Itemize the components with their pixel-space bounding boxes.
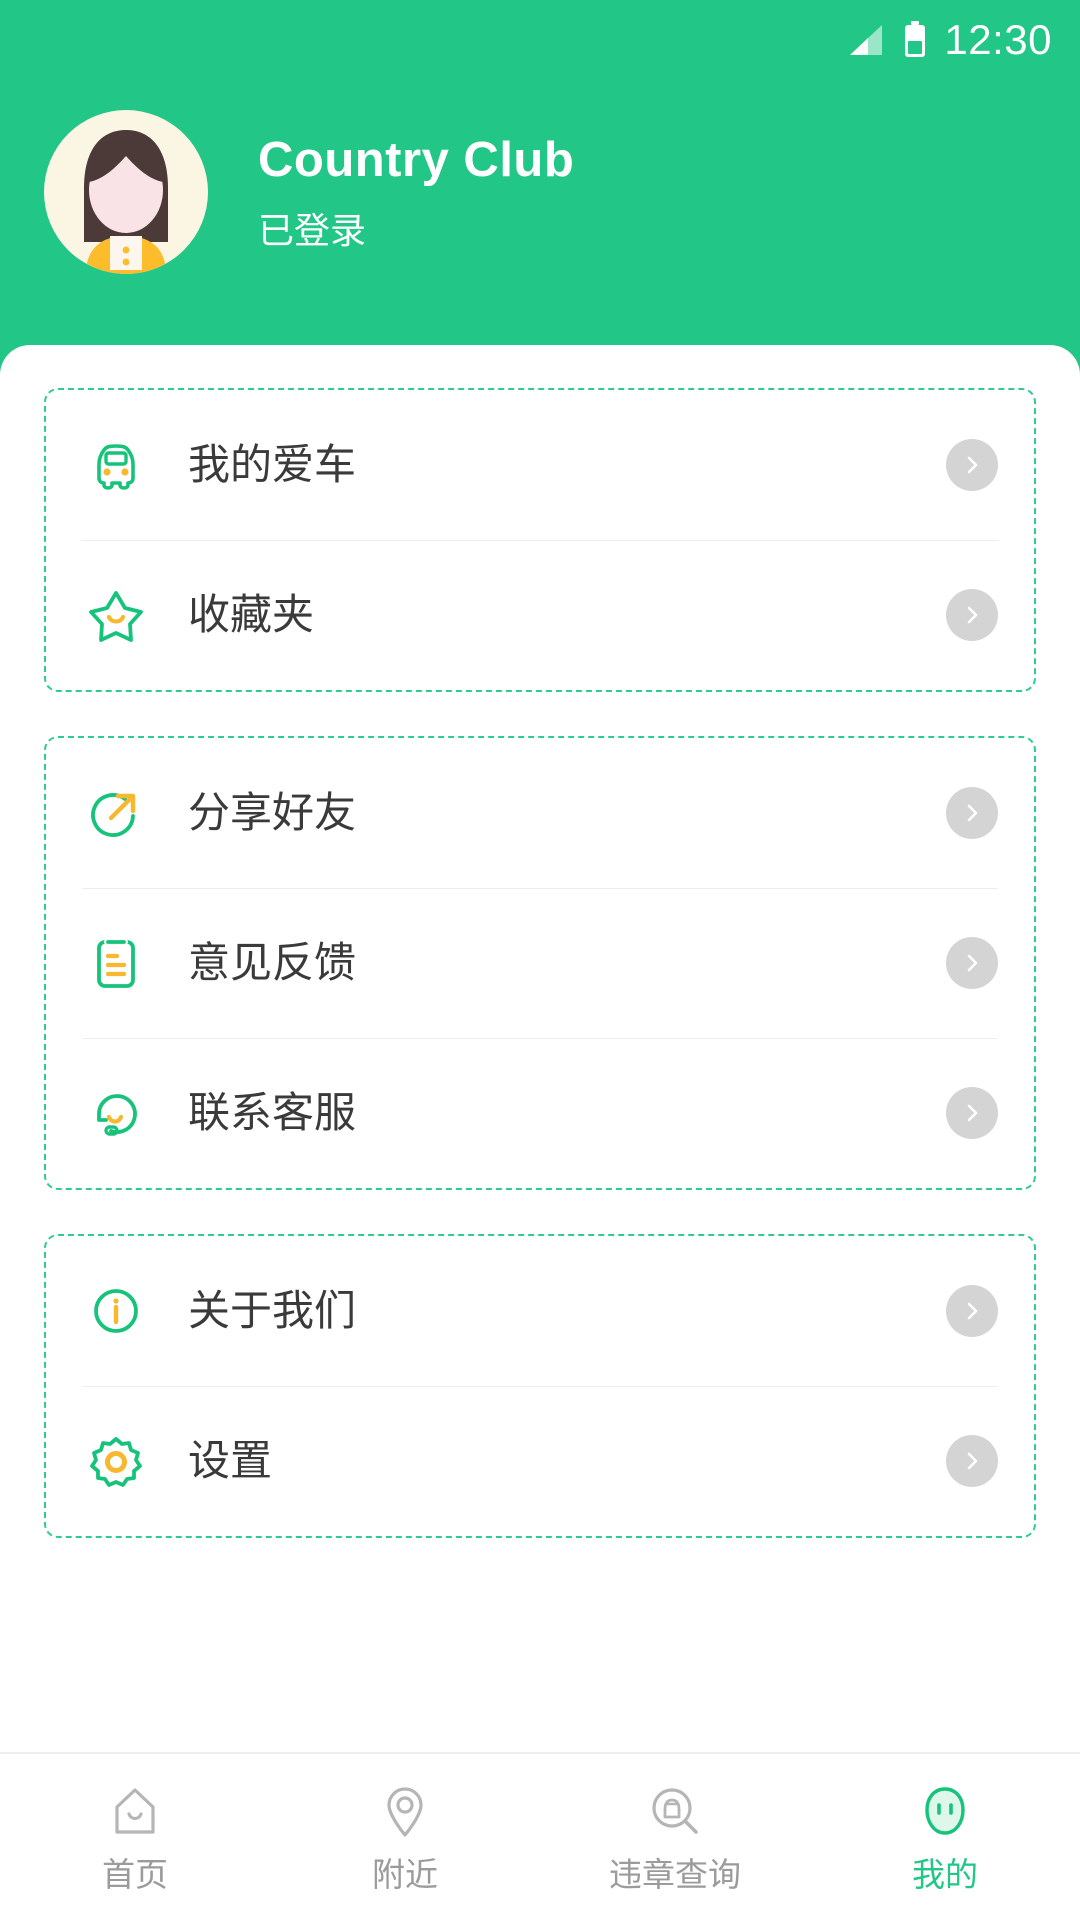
profile-block[interactable]: Country Club 已登录	[44, 110, 574, 274]
tab-label: 违章查询	[609, 1856, 741, 1893]
menu-item-label: 我的爱车	[188, 441, 357, 488]
vehicle-group: 我的爱车 收藏夹	[44, 388, 1036, 692]
car-search-icon	[643, 1780, 707, 1844]
menu-item-about-us[interactable]: 关于我们	[82, 1236, 998, 1386]
star-icon	[82, 581, 150, 649]
tab-mine[interactable]: 我的	[810, 1754, 1080, 1920]
chevron-right-icon[interactable]	[946, 787, 998, 839]
info-circle-icon	[82, 1277, 150, 1345]
location-pin-icon	[373, 1780, 437, 1844]
login-status: 已登录	[258, 210, 367, 251]
chevron-right-icon[interactable]	[946, 1285, 998, 1337]
clipboard-icon	[82, 929, 150, 997]
tab-label: 附近	[372, 1856, 438, 1893]
menu-item-feedback[interactable]: 意见反馈	[82, 888, 998, 1038]
menu-item-share-friends[interactable]: 分享好友	[82, 738, 998, 888]
menu-item-label: 分享好友	[188, 789, 357, 836]
page-title: Country Club	[258, 133, 575, 187]
chevron-right-icon[interactable]	[946, 439, 998, 491]
menu-item-label: 设置	[188, 1437, 273, 1484]
gear-icon	[82, 1427, 150, 1495]
menu-item-my-car[interactable]: 我的爱车	[82, 390, 998, 540]
bottom-tab-bar: 首页 附近 违章查询 我的	[0, 1752, 1080, 1920]
tab-nearby[interactable]: 附近	[270, 1754, 540, 1920]
menu-item-label: 意见反馈	[188, 939, 357, 986]
house-icon	[103, 1780, 167, 1844]
tab-label: 首页	[102, 1856, 168, 1893]
user-avatar-female	[84, 130, 168, 274]
chevron-right-icon[interactable]	[946, 1087, 998, 1139]
avatar[interactable]	[44, 110, 208, 274]
tab-home[interactable]: 首页	[0, 1754, 270, 1920]
menu-item-settings[interactable]: 设置	[82, 1386, 998, 1536]
menu-item-label: 关于我们	[188, 1287, 357, 1334]
tab-label: 我的	[912, 1856, 978, 1893]
status-bar: 12:30	[0, 0, 1080, 80]
menu-item-label: 联系客服	[188, 1089, 357, 1136]
signal-bars-icon	[848, 23, 886, 57]
chevron-right-icon[interactable]	[946, 1435, 998, 1487]
social-group: 分享好友 意见反馈 联系客服	[44, 736, 1036, 1190]
profile-text: Country Club 已登录	[258, 131, 574, 253]
menu-item-contact-support[interactable]: 联系客服	[82, 1038, 998, 1188]
chevron-right-icon[interactable]	[946, 937, 998, 989]
menu-sheet: 我的爱车 收藏夹 分享好友 意见反馈 联系客服 关于我们 设置	[0, 345, 1080, 1795]
share-arrow-icon	[82, 779, 150, 847]
menu-item-favorites[interactable]: 收藏夹	[82, 540, 998, 690]
face-icon	[913, 1780, 977, 1844]
tab-violation-query[interactable]: 违章查询	[540, 1754, 810, 1920]
menu-item-label: 收藏夹	[188, 591, 315, 638]
battery-icon	[902, 21, 928, 59]
chevron-right-icon[interactable]	[946, 589, 998, 641]
info-group: 关于我们 设置	[44, 1234, 1036, 1538]
headset-icon	[82, 1079, 150, 1147]
car-icon	[82, 431, 150, 499]
status-bar-time: 12:30	[944, 16, 1052, 63]
